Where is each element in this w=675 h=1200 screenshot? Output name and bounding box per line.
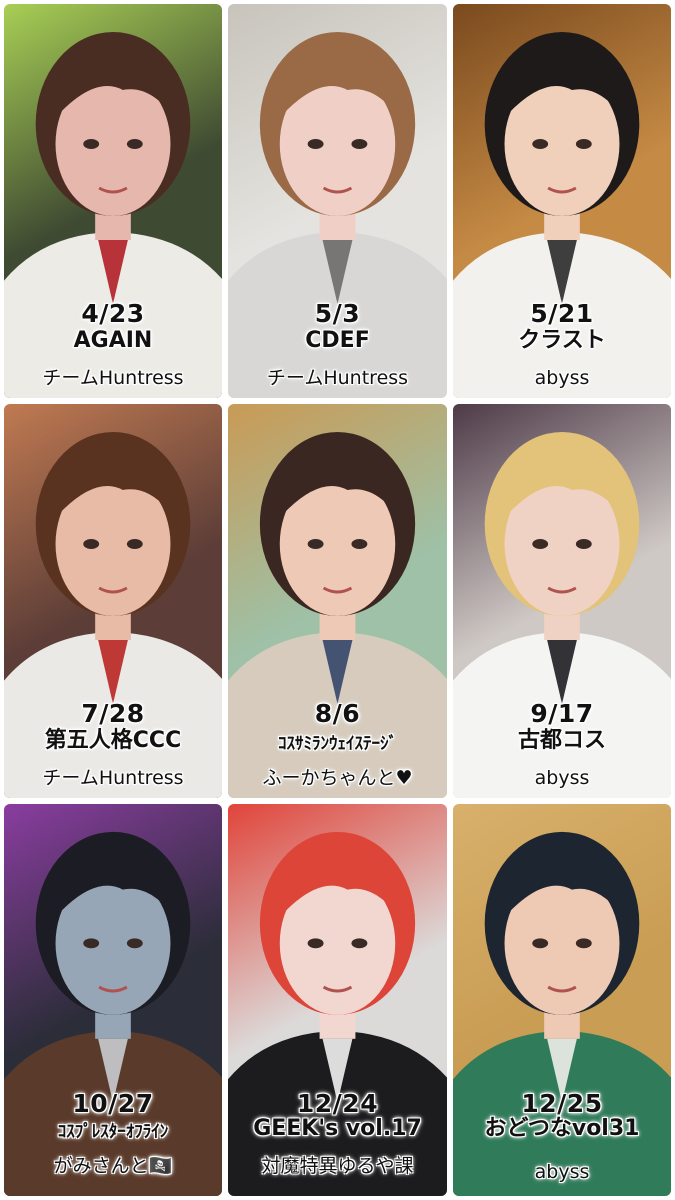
group-name: 対魔特異ゆるや課 [261, 1155, 414, 1177]
event-date: 8/6 [314, 699, 361, 728]
group-name: ふーかちゃんと♥ [262, 767, 413, 789]
photo-tile-7[interactable]: 10/27 ｺｽﾌﾟﾚｽﾀｰｵﾌﾗｲﾝ がみさんと🏴‍☠️ [4, 804, 222, 1196]
group-name: abyss [534, 1161, 590, 1183]
event-name: おどつなvol31 [484, 1116, 640, 1141]
photo-tile-9[interactable]: 12/25 おどつなvol31 abyss [453, 804, 671, 1196]
event-date: 10/27 [72, 1089, 154, 1118]
eye [126, 139, 143, 149]
eye [532, 539, 549, 549]
group-name: チームHuntress [266, 367, 409, 389]
eye [532, 139, 549, 149]
group-name: チームHuntress [42, 767, 184, 789]
photo-tile-1[interactable]: 4/23 AGAIN チームHuntress [4, 4, 222, 398]
photo-collage-grid: 4/23 AGAIN チームHuntress 5/3 CDEF チームHuntr… [0, 0, 675, 1200]
photo-tile-4[interactable]: 7/28 第五人格CCC チームHuntress [4, 404, 222, 798]
eye [83, 938, 100, 949]
event-name: AGAIN [73, 328, 153, 353]
event-date: 12/25 [521, 1089, 603, 1118]
eye [351, 539, 368, 549]
eye [83, 539, 100, 549]
photo-tile-2[interactable]: 5/3 CDEF チームHuntress [228, 4, 447, 398]
photo-tile-8[interactable]: 12/24 GEEK's vol.17 対魔特異ゆるや課 [228, 804, 447, 1196]
eye [126, 539, 143, 549]
eye [575, 139, 592, 149]
group-name: abyss [534, 767, 590, 789]
eye [307, 938, 324, 949]
event-name: ｺｽｻﾐﾗﾝｳｪｲｽﾃｰｼﾞ [278, 734, 397, 754]
group-name: がみさんと🏴‍☠️ [53, 1155, 173, 1177]
eye [307, 539, 324, 549]
group-name: チームHuntress [42, 367, 184, 389]
photo-tile-3[interactable]: 5/21 クラスト abyss [453, 4, 671, 398]
eye [575, 539, 592, 549]
event-name: GEEK's vol.17 [253, 1116, 422, 1141]
eye [575, 938, 592, 949]
event-date: 12/24 [296, 1089, 379, 1118]
group-name: abyss [534, 367, 590, 389]
event-name: 第五人格CCC [44, 728, 182, 753]
photo-tile-5[interactable]: 8/6 ｺｽｻﾐﾗﾝｳｪｲｽﾃｰｼﾞ ふーかちゃんと♥ [228, 404, 447, 798]
eye [307, 139, 324, 149]
event-date: 4/23 [81, 299, 145, 328]
eye [126, 938, 143, 949]
event-date: 7/28 [81, 699, 145, 728]
eye [532, 938, 549, 949]
event-date: 5/3 [314, 299, 361, 328]
eye [351, 139, 368, 149]
photo-tile-6[interactable]: 9/17 古都コス abyss [453, 404, 671, 798]
event-date: 9/17 [530, 699, 594, 728]
event-name: CDEF [305, 328, 370, 353]
event-name: クラスト [518, 328, 606, 353]
eye [351, 938, 368, 949]
event-name: 古都コス [517, 728, 606, 753]
event-name: ｺｽﾌﾟﾚｽﾀｰｵﾌﾗｲﾝ [57, 1122, 169, 1142]
eye [83, 139, 100, 149]
event-date: 5/21 [530, 299, 594, 328]
